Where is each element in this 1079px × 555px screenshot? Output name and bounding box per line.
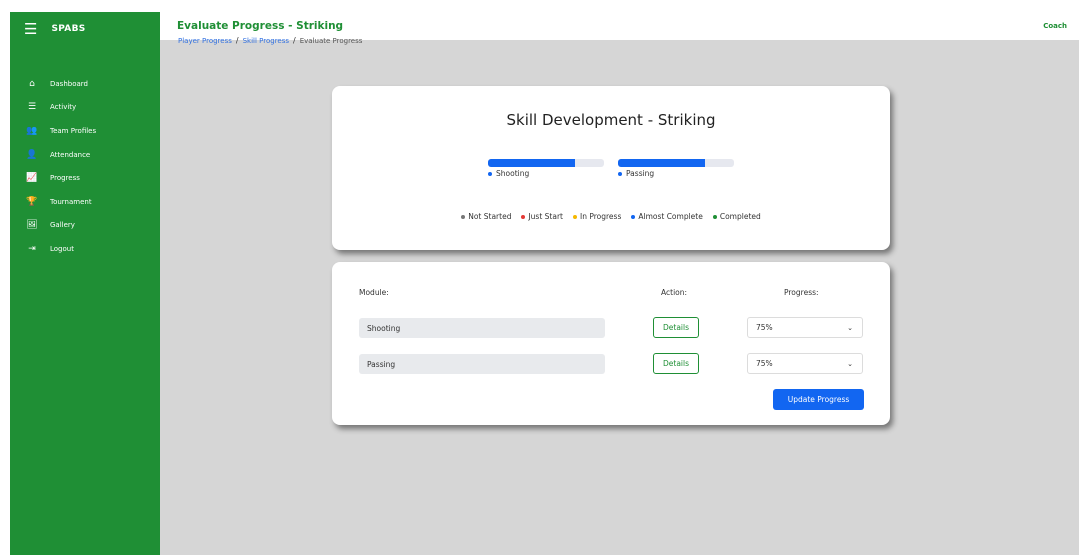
legend-label: Not Started bbox=[468, 212, 512, 221]
breadcrumb-current: Evaluate Progress bbox=[299, 36, 363, 45]
sidebar: ☰ SPABS ⌂ Dashboard ☰ Activity 👥 Team Pr… bbox=[10, 12, 160, 555]
legend-label: Almost Complete bbox=[638, 212, 703, 221]
legend-almost-complete: Almost Complete bbox=[631, 212, 703, 221]
chart-line-icon: 📈 bbox=[26, 173, 38, 184]
legend-in-progress: In Progress bbox=[573, 212, 621, 221]
progress-fill bbox=[488, 159, 575, 167]
action-column-header: Action: bbox=[661, 288, 688, 297]
sidebar-item-label: Progress bbox=[50, 174, 80, 183]
user-role-link[interactable]: Coach bbox=[1043, 22, 1067, 30]
images-icon: 🖼 bbox=[26, 220, 38, 231]
module-column-header: Module: bbox=[359, 288, 389, 297]
brand-name: SPABS bbox=[51, 24, 86, 34]
sidebar-item-label: Logout bbox=[50, 244, 74, 253]
progress-fill bbox=[618, 159, 705, 167]
sidebar-item-team-profiles[interactable]: 👥 Team Profiles bbox=[10, 119, 160, 143]
legend-dot-icon bbox=[631, 214, 636, 219]
trophy-icon: 🏆 bbox=[26, 196, 38, 207]
legend-dot-icon bbox=[712, 214, 717, 219]
hamburger-icon[interactable]: ☰ bbox=[24, 21, 37, 37]
sidebar-item-label: Dashboard bbox=[50, 79, 88, 88]
module-field-passing: Passing bbox=[359, 354, 605, 374]
details-button-passing[interactable]: Details bbox=[653, 353, 699, 374]
breadcrumb-skill-progress[interactable]: Skill Progress bbox=[243, 37, 289, 45]
evaluate-form-card: Module: Action: Progress: Shooting Detai… bbox=[332, 262, 890, 425]
home-icon: ⌂ bbox=[29, 78, 35, 89]
list-icon: ☰ bbox=[27, 102, 37, 113]
progress-track bbox=[618, 159, 734, 167]
sidebar-item-label: Team Profiles bbox=[50, 126, 97, 135]
update-progress-button[interactable]: Update Progress bbox=[773, 389, 864, 410]
sidebar-item-dashboard[interactable]: ⌂ Dashboard bbox=[10, 72, 160, 96]
legend-just-start: Just Start bbox=[521, 212, 563, 221]
progress-select-value: 75% bbox=[756, 323, 773, 332]
progress-bar-shooting: Shooting bbox=[488, 159, 604, 178]
sidebar-item-label: Attendance bbox=[50, 150, 91, 159]
legend-completed: Completed bbox=[712, 212, 761, 221]
progress-select-value: 75% bbox=[756, 359, 773, 368]
progress-column-header: Progress: bbox=[784, 288, 819, 297]
progress-track bbox=[488, 159, 604, 167]
legend-dot-icon bbox=[461, 214, 466, 219]
breadcrumb-separator: / bbox=[293, 36, 296, 45]
legend-label: In Progress bbox=[580, 212, 622, 221]
progress-label: Shooting bbox=[488, 169, 604, 178]
progress-label: Passing bbox=[618, 169, 734, 178]
sidebar-brand: ☰ SPABS bbox=[10, 12, 160, 46]
breadcrumb-player-progress[interactable]: Player Progress bbox=[178, 37, 232, 45]
sidebar-item-gallery[interactable]: 🖼 Gallery bbox=[10, 214, 160, 238]
progress-select-passing[interactable]: 75% ⌄ bbox=[747, 353, 863, 374]
status-dot-icon bbox=[488, 171, 492, 176]
skill-title: Skill Development - Striking bbox=[506, 111, 716, 129]
legend-dot-icon bbox=[573, 214, 577, 219]
progress-bar-passing: Passing bbox=[618, 159, 734, 178]
skill-name: Shooting bbox=[496, 169, 530, 178]
users-icon: 👥 bbox=[26, 125, 38, 136]
chevron-down-icon: ⌄ bbox=[847, 323, 853, 332]
page-title: Evaluate Progress - Striking bbox=[177, 20, 344, 32]
module-field-shooting: Shooting bbox=[359, 318, 605, 338]
sidebar-item-progress[interactable]: 📈 Progress bbox=[10, 166, 160, 190]
legend-label: Just Start bbox=[528, 212, 563, 221]
status-dot-icon bbox=[618, 171, 622, 176]
sidebar-item-label: Gallery bbox=[50, 221, 75, 230]
legend-dot-icon bbox=[521, 214, 526, 219]
status-legend: Not Started Just Start In Progress Almos… bbox=[332, 212, 890, 221]
sidebar-item-label: Activity bbox=[50, 103, 77, 112]
skill-summary-card: Skill Development - Striking Shooting Pa… bbox=[332, 86, 890, 250]
breadcrumb-separator: / bbox=[235, 36, 239, 45]
sidebar-item-tournament[interactable]: 🏆 Tournament bbox=[10, 190, 160, 214]
logout-icon: ⇥ bbox=[28, 243, 36, 254]
legend-not-started: Not Started bbox=[461, 212, 511, 221]
sidebar-item-label: Tournament bbox=[50, 197, 92, 206]
sidebar-item-activity[interactable]: ☰ Activity bbox=[10, 96, 160, 120]
progress-select-shooting[interactable]: 75% ⌄ bbox=[747, 317, 863, 338]
skill-name: Passing bbox=[626, 169, 655, 178]
breadcrumb: Player Progress / Skill Progress / Evalu… bbox=[178, 36, 362, 45]
sidebar-item-attendance[interactable]: 👤 Attendance bbox=[10, 143, 160, 167]
sidebar-item-logout[interactable]: ⇥ Logout bbox=[10, 237, 160, 261]
chevron-down-icon: ⌄ bbox=[847, 359, 853, 368]
legend-label: Completed bbox=[719, 212, 761, 221]
sidebar-nav: ⌂ Dashboard ☰ Activity 👥 Team Profiles 👤… bbox=[10, 72, 160, 261]
details-button-shooting[interactable]: Details bbox=[653, 317, 699, 338]
user-check-icon: 👤 bbox=[26, 149, 38, 160]
